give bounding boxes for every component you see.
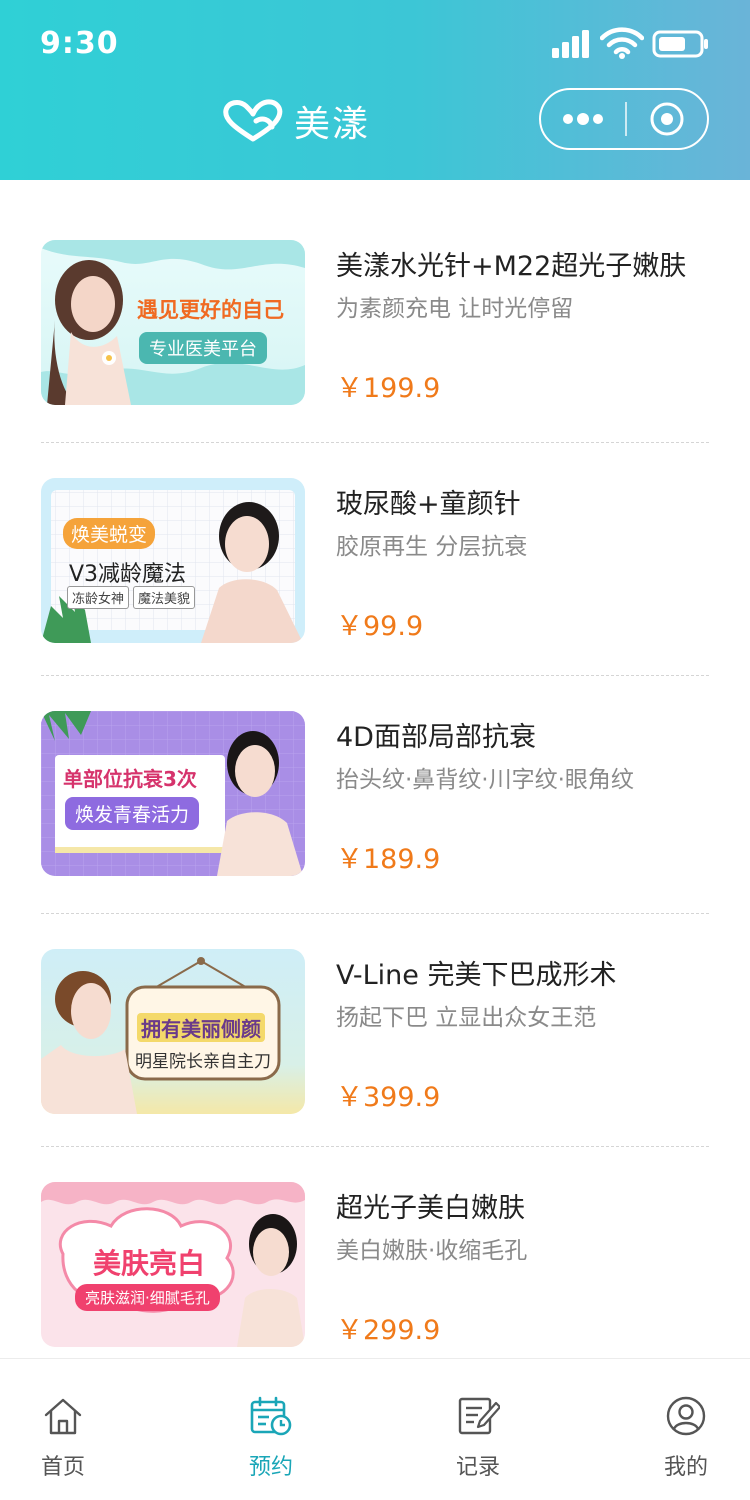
banner-tag: 亮肤滋润·细腻毛孔	[75, 1284, 220, 1311]
miniprogram-capsule	[539, 88, 709, 150]
product-title: V-Line 完美下巴成形术	[336, 960, 617, 991]
target-circle-icon	[650, 102, 684, 136]
bottom-tab-bar: 首页 预约 记录 我的	[0, 1358, 750, 1500]
product-banner-image: 焕美蜕变 V3减龄魔法 冻龄女神 魔法美貌	[41, 478, 305, 643]
tab-appointment[interactable]: 预约	[221, 1395, 321, 1481]
product-item[interactable]: 拥有美丽侧颜 明星院长亲自主刀 V-Line 完美下巴成形术 扬起下巴 立显出众…	[0, 949, 750, 1186]
tab-label: 我的	[663, 1455, 708, 1480]
tab-label: 记录	[455, 1455, 500, 1480]
product-info: 玻尿酸+童颜针 胶原再生 分层抗衰	[336, 488, 527, 562]
banner-headline: 美肤亮白	[93, 1247, 206, 1280]
banner-tag: 专业医美平台	[139, 332, 267, 364]
status-bar: 9:30	[0, 0, 750, 90]
product-price: ￥299.9	[336, 1315, 441, 1346]
product-price: ￥99.9	[336, 611, 424, 642]
banner-headline: V3减龄魔法	[69, 562, 187, 587]
product-title: 玻尿酸+童颜针	[336, 489, 521, 520]
battery-icon	[652, 30, 708, 58]
banner-tag: 魔法美貌	[133, 586, 196, 609]
item-divider	[41, 1146, 709, 1147]
banner-tag: 明星院长亲自主刀	[135, 1052, 271, 1072]
calendar-icon	[250, 1396, 292, 1436]
product-price: ￥189.9	[336, 844, 441, 875]
more-button[interactable]	[541, 90, 625, 148]
banner-art	[41, 711, 305, 876]
product-subtitle: 为素颜充电 让时光停留	[336, 296, 574, 322]
product-banner-image: 遇见更好的自己 专业医美平台	[41, 240, 305, 405]
banner-tag: 焕发青春活力	[65, 797, 200, 830]
product-banner-image: 单部位抗衰3次 焕发青春活力	[41, 711, 305, 876]
product-title: 超光子美白嫩肤	[336, 1193, 525, 1224]
item-divider	[41, 675, 709, 676]
product-price: ￥399.9	[336, 1082, 441, 1113]
product-title: 4D面部局部抗衰	[336, 722, 536, 753]
product-item[interactable]: 焕美蜕变 V3减龄魔法 冻龄女神 魔法美貌 玻尿酸+童颜针 胶原再生 分层抗衰 …	[0, 478, 750, 715]
item-divider	[41, 913, 709, 914]
product-title: 美漾水光针+M22超光子嫩肤	[336, 251, 687, 282]
status-time: 9:30	[40, 26, 119, 61]
product-subtitle: 抬头纹·鼻背纹·川字纹·眼角纹	[336, 767, 634, 793]
banner-tag: 冻龄女神	[67, 586, 130, 609]
product-info: 4D面部局部抗衰 抬头纹·鼻背纹·川字纹·眼角纹	[336, 721, 634, 795]
product-banner-image: 美肤亮白 亮肤滋润·细腻毛孔	[41, 1182, 305, 1347]
product-info: 超光子美白嫩肤 美白嫩肤·收缩毛孔	[336, 1192, 527, 1266]
more-dots-icon	[563, 113, 603, 125]
banner-badge: 焕美蜕变	[63, 518, 156, 549]
close-miniprogram-button[interactable]	[627, 90, 707, 148]
banner-headline: 单部位抗衰3次	[63, 767, 197, 791]
brand-logo: 美漾	[222, 96, 370, 146]
tab-home[interactable]: 首页	[13, 1395, 113, 1481]
product-banner-image: 拥有美丽侧颜 明星院长亲自主刀	[41, 949, 305, 1114]
tab-profile[interactable]: 我的	[636, 1395, 736, 1481]
signal-icon	[552, 30, 589, 58]
banner-headline: 拥有美丽侧颜	[137, 1013, 265, 1042]
product-item[interactable]: 单部位抗衰3次 焕发青春活力 4D面部局部抗衰 抬头纹·鼻背纹·川字纹·眼角纹 …	[0, 711, 750, 948]
product-subtitle: 扬起下巴 立显出众女王范	[336, 1005, 597, 1031]
tab-records[interactable]: 记录	[428, 1395, 528, 1481]
banner-headline: 遇见更好的自己	[137, 298, 284, 322]
product-subtitle: 美白嫩肤·收缩毛孔	[336, 1238, 528, 1264]
tab-label: 预约	[248, 1455, 293, 1480]
home-icon	[44, 1398, 82, 1435]
heart-logo-icon	[223, 99, 283, 142]
user-icon	[666, 1396, 706, 1436]
product-subtitle: 胶原再生 分层抗衰	[336, 534, 528, 560]
product-info: 美漾水光针+M22超光子嫩肤 为素颜充电 让时光停留	[336, 250, 686, 324]
tab-label: 首页	[40, 1455, 85, 1480]
item-divider	[41, 442, 709, 443]
wifi-icon	[600, 27, 644, 59]
record-icon	[458, 1397, 500, 1435]
product-item[interactable]: 遇见更好的自己 专业医美平台 美漾水光针+M22超光子嫩肤 为素颜充电 让时光停…	[0, 240, 750, 477]
brand-name: 美漾	[294, 104, 371, 145]
product-info: V-Line 完美下巴成形术 扬起下巴 立显出众女王范	[336, 959, 616, 1033]
app-header: 9:30 美漾	[0, 0, 750, 180]
product-price: ￥199.9	[336, 373, 441, 404]
